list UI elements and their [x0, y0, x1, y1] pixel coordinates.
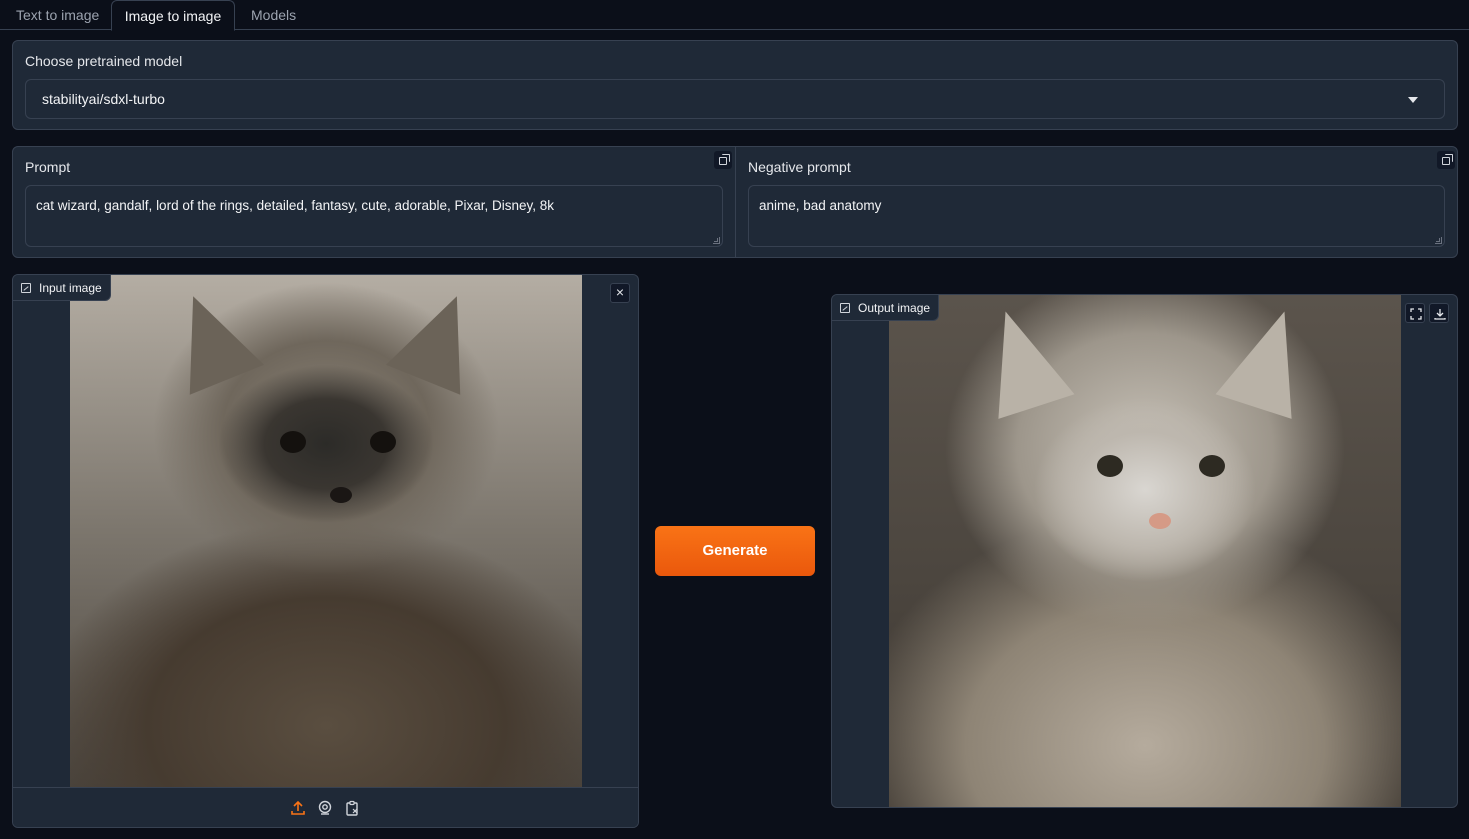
fullscreen-icon[interactable] — [1405, 303, 1425, 323]
negative-prompt-label: Negative prompt — [748, 159, 851, 175]
generate-button[interactable]: Generate — [655, 526, 815, 576]
prompt-row: Prompt cat wizard, gandalf, lord of the … — [12, 146, 1458, 258]
prompt-input[interactable]: cat wizard, gandalf, lord of the rings, … — [25, 185, 723, 247]
model-selected-value: stabilityai/sdxl-turbo — [42, 91, 165, 107]
image-source-toolbar — [13, 787, 638, 827]
caret-down-icon — [1408, 97, 1418, 103]
negative-prompt-column: Negative prompt anime, bad anatomy — [736, 147, 1458, 257]
input-image-label: Input image — [13, 275, 111, 301]
input-image-preview — [70, 275, 582, 787]
image-icon — [840, 303, 850, 313]
copy-icon[interactable] — [1437, 151, 1455, 169]
negative-prompt-input[interactable]: anime, bad anatomy — [748, 185, 1445, 247]
output-image-panel: Output image — [831, 294, 1458, 808]
model-dropdown[interactable]: stabilityai/sdxl-turbo — [25, 79, 1445, 119]
resize-handle-icon[interactable] — [1435, 237, 1442, 244]
copy-icon[interactable] — [714, 151, 732, 169]
tab-bar: Text to image Image to image Models — [0, 0, 1469, 31]
tab-text-to-image[interactable]: Text to image — [16, 0, 99, 30]
output-image-label: Output image — [832, 295, 940, 321]
image-icon — [21, 283, 31, 293]
webcam-icon[interactable] — [317, 800, 335, 818]
tab-models[interactable]: Models — [251, 0, 296, 30]
clipboard-icon[interactable] — [344, 800, 362, 818]
upload-icon[interactable] — [290, 800, 308, 818]
prompt-text: cat wizard, gandalf, lord of the rings, … — [36, 198, 555, 213]
resize-handle-icon[interactable] — [713, 237, 720, 244]
prompt-column: Prompt cat wizard, gandalf, lord of the … — [13, 147, 736, 257]
model-selector-block: Choose pretrained model stabilityai/sdxl… — [12, 40, 1458, 130]
negative-prompt-text: anime, bad anatomy — [759, 198, 882, 213]
clear-image-button[interactable]: × — [610, 283, 630, 303]
download-icon[interactable] — [1429, 303, 1449, 323]
output-image-preview — [889, 295, 1401, 807]
model-label: Choose pretrained model — [25, 53, 183, 69]
tab-image-to-image[interactable]: Image to image — [111, 0, 235, 31]
prompt-label: Prompt — [25, 159, 71, 175]
input-image-panel[interactable]: Input image × — [12, 274, 639, 828]
